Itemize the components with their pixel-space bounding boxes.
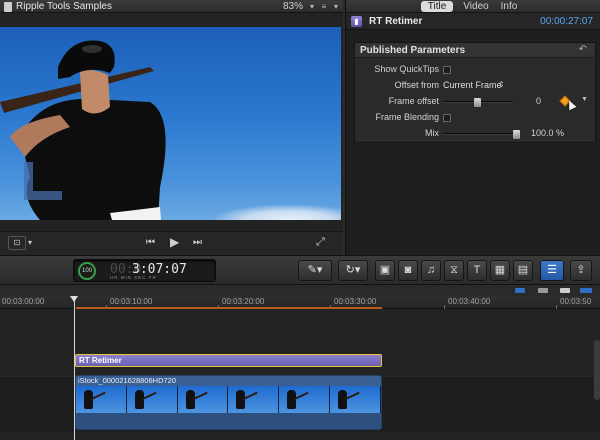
inspector-toggle-icon[interactable]: ☰ [540, 260, 564, 281]
effect-clip-label: RT Retimer [79, 356, 122, 365]
mix-value[interactable]: 100.0 [531, 128, 554, 138]
chevron-down-icon[interactable]: ▾ [307, 2, 317, 11]
effect-clip[interactable]: RT Retimer [75, 354, 382, 367]
timeline-scrollbar[interactable] [594, 340, 600, 400]
effect-icon: ▮ [351, 16, 362, 27]
ruler-tick [444, 305, 445, 309]
media-browser-icon[interactable]: ▣ [375, 260, 395, 281]
magic-wand-icon[interactable]: ✎▾ [298, 260, 332, 281]
ruler-label: 00:03:20:00 [222, 297, 265, 306]
timeline-header-strip [0, 286, 600, 296]
reset-icon[interactable]: ↶ [579, 44, 587, 55]
param-row-mix: Mix 100.0 % [355, 126, 595, 142]
music-icon[interactable]: ♫ [421, 260, 441, 281]
tab-video[interactable]: Video [459, 0, 493, 13]
zoom-menu[interactable]: 83% [283, 1, 303, 12]
mix-slider[interactable] [443, 130, 520, 139]
frame-blending-checkbox[interactable] [443, 114, 451, 122]
themes-icon[interactable]: ▤ [513, 260, 533, 281]
viewer-header: Ripple Tools Samples 83% ▾ ≡ ▾ [0, 0, 343, 13]
selection-range-bar [76, 307, 382, 309]
viewer-panel: Ripple Tools Samples 83% ▾ ≡ ▾ ⊡ ▾ ⏮ ▶ ⏭… [0, 0, 343, 255]
param-row-offset-from: Offset from Current Frame ⇕ [355, 78, 595, 94]
clip-thumbnail [177, 386, 229, 413]
app-window: Ripple Tools Samples 83% ▾ ≡ ▾ ⊡ ▾ ⏮ ▶ ⏭… [0, 0, 600, 440]
param-row-frame-offset: Frame offset 0 ▼ [355, 94, 595, 111]
param-label: Frame offset [388, 96, 439, 106]
generators-icon[interactable]: ▦ [490, 260, 510, 281]
param-row-show-quicktips: Show QuickTips [355, 62, 595, 78]
progress-ring: 100 [78, 262, 96, 280]
chevron-updown-icon[interactable]: ⇕ [498, 80, 505, 89]
dashboard-timecode[interactable]: 100 00:0 3:07:07 HR MIN SEC FR [73, 259, 216, 282]
ruler-label: 00:03:10:00 [110, 297, 153, 306]
clip-thumbnail [279, 386, 331, 413]
inspector-panel: Title Video Info ▮ RT Retimer 00:00:27:0… [345, 0, 600, 255]
ruler-label: 00:03:40:00 [448, 297, 491, 306]
ruler-label: 00:03:50 [560, 297, 592, 306]
chevron-down-icon[interactable]: ▾ [28, 236, 32, 250]
show-quicktips-checkbox[interactable] [443, 66, 451, 74]
viewer-controls: ⊡ ▾ ⏮ ▶ ⏭ ⤢ [0, 231, 343, 255]
view-options-icon[interactable]: ≡ [319, 2, 329, 11]
audio-skimming-icon[interactable] [580, 288, 592, 293]
toolbar: 100 00:0 3:07:07 HR MIN SEC FR ✎▾ ↻▾ ▣ ◙… [0, 255, 600, 285]
slider-knob[interactable] [474, 98, 481, 107]
param-label: Show QuickTips [374, 64, 439, 74]
camera-icon[interactable]: ◙ [398, 260, 418, 281]
param-label: Frame Blending [375, 112, 439, 122]
next-frame-icon[interactable]: ⏭ [193, 236, 202, 250]
param-row-frame-blending: Frame Blending [355, 110, 595, 126]
frame-offset-value[interactable]: 0 [523, 96, 541, 106]
ruler-label: 00:03:30:00 [334, 297, 377, 306]
clip-audio-waveform [76, 413, 381, 429]
document-icon [4, 2, 12, 12]
clip-thumbnail [126, 386, 178, 413]
clip-thumbnail [228, 386, 280, 413]
param-label: Mix [425, 128, 439, 138]
play-icon[interactable]: ▶ [170, 235, 179, 249]
viewer-title: Ripple Tools Samples [16, 1, 112, 12]
tab-info[interactable]: Info [496, 0, 522, 13]
section-title: Published Parameters [360, 45, 466, 56]
clip-thumbnail [76, 386, 127, 413]
fullscreen-icon[interactable]: ⤢ [316, 235, 325, 249]
clip-thumbnail [330, 386, 381, 413]
video-frame [0, 27, 341, 220]
selection-bracket [24, 162, 62, 200]
section-header: Published Parameters ↶ [355, 43, 595, 58]
effect-name: RT Retimer [369, 16, 423, 27]
mix-unit: % [556, 128, 565, 138]
zoom-icon[interactable] [538, 288, 548, 293]
clip-filmstrip [76, 386, 381, 413]
previous-frame-icon[interactable]: ⏮ [146, 236, 155, 250]
published-parameters-section: Published Parameters ↶ Show QuickTips Of… [354, 42, 596, 143]
chevron-down-icon[interactable]: ▼ [581, 96, 588, 103]
title-tool-icon[interactable]: T [467, 260, 487, 281]
video-clip-label: iStock_000021628806HD720 [78, 376, 176, 385]
slider-knob[interactable] [513, 130, 520, 139]
offset-from-popup[interactable]: Current Frame [443, 80, 502, 90]
share-icon[interactable]: ⇪ [570, 260, 592, 281]
snapping-icon[interactable] [560, 288, 570, 293]
frame-offset-slider[interactable] [443, 98, 513, 107]
clip-appearance-icon[interactable] [515, 288, 525, 293]
transform-icon[interactable]: ⊡ [8, 236, 26, 250]
retime-icon[interactable]: ↻▾ [338, 260, 368, 281]
mouse-cursor-icon [565, 98, 577, 111]
timecode-units: HR MIN SEC FR [110, 275, 157, 280]
inspector-tab-bar: Title Video Info [346, 0, 600, 13]
param-label: Offset from [394, 80, 439, 90]
transitions-icon[interactable]: ⧖ [444, 260, 464, 281]
video-clip[interactable]: iStock_000021628806HD720 [75, 375, 382, 430]
ruler-tick [556, 305, 557, 309]
tab-title[interactable]: Title [421, 1, 453, 12]
inspector-titlebar: ▮ RT Retimer 00:00:27:07 [346, 13, 600, 30]
inspector-timecode: 00:00:27:07 [540, 16, 593, 27]
ruler-label: 00:03:00:00 [2, 297, 45, 306]
chevron-down-icon[interactable]: ▾ [331, 2, 341, 11]
playhead-cap[interactable] [70, 296, 78, 302]
